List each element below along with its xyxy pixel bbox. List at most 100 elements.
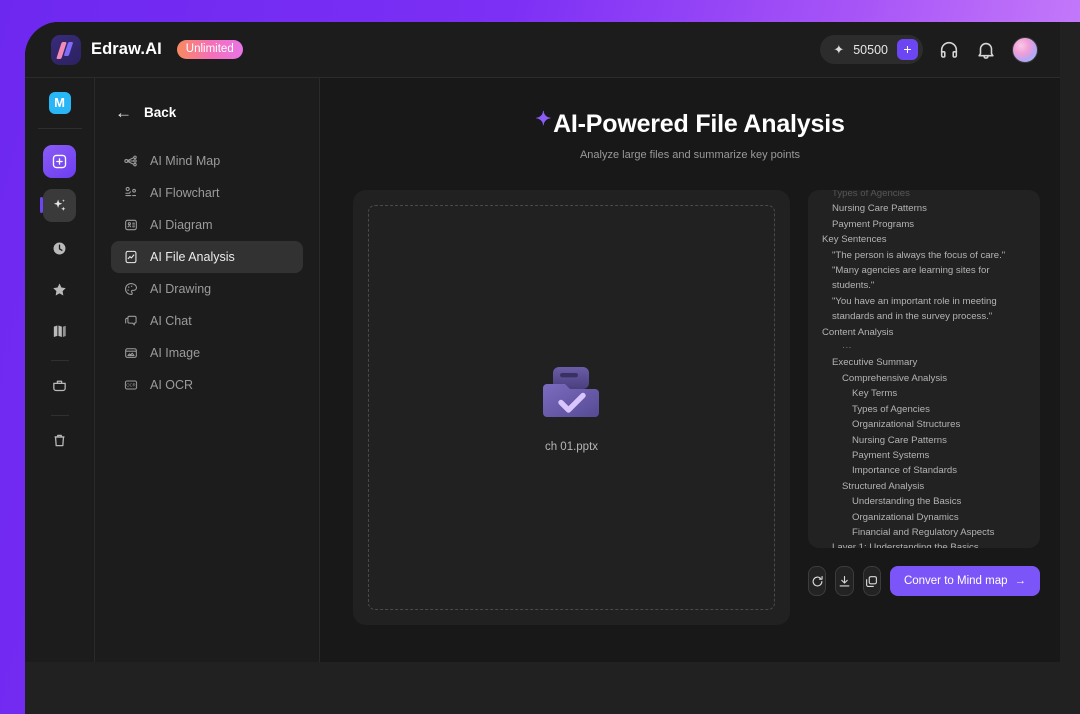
rail-recent-button[interactable] <box>45 233 75 263</box>
palette-icon <box>123 281 139 297</box>
sidebar-item-label: AI Image <box>150 346 201 360</box>
outline-line: Nursing Care Patterns <box>852 434 947 446</box>
page-header: ✦ AI-Powered File Analysis Analyze large… <box>320 78 1060 161</box>
brand-name: Edraw.AI <box>91 40 162 58</box>
outline-line: Importance of Standards <box>852 465 958 477</box>
download-button[interactable] <box>835 566 854 596</box>
rail-divider-2 <box>50 360 69 361</box>
add-credits-button[interactable]: + <box>897 39 918 60</box>
outline-list: Types of Agencies Nursing Care Patterns Pa… <box>818 190 1030 548</box>
rail-trash-button[interactable] <box>45 425 75 455</box>
sidebar-item-ai-chat[interactable]: AI Chat <box>111 305 303 337</box>
outline-line: Nursing Care Patterns <box>832 203 927 215</box>
outline-line: "Many agencies are learning sites for st… <box>832 265 993 292</box>
arrow-right-icon: → <box>1014 575 1026 587</box>
outline-line: Types of Agencies <box>832 190 910 199</box>
sidebar-item-label: AI Chat <box>150 314 192 328</box>
rail-divider-3 <box>50 415 69 416</box>
sidebar-item-ai-mind-map[interactable]: AI Mind Map <box>111 145 303 177</box>
icon-rail: M <box>25 78 95 662</box>
convert-to-mindmap-button[interactable]: Conver to Mind map → <box>889 566 1040 596</box>
outline-line: Comprehensive Analysis <box>842 372 948 384</box>
sidebar-item-label: AI OCR <box>150 378 194 392</box>
app-window: Edraw.AI Unlimited ✦ 50500 + M ← Back AI… <box>25 22 1080 714</box>
page-title-text: AI-Powered File Analysis <box>553 110 845 138</box>
back-button[interactable]: ← Back <box>111 104 303 121</box>
chat-icon <box>123 313 139 329</box>
file-name-label: ch 01.pptx <box>544 441 599 453</box>
outline-line: Organizational Structures <box>852 419 961 431</box>
sidebar-item-label: AI File Analysis <box>150 250 235 264</box>
rail-favorites-button[interactable] <box>45 274 75 304</box>
outline-line: Executive Summary <box>832 357 918 369</box>
regenerate-button[interactable] <box>808 566 827 596</box>
outline-line: "The person is always the focus of care.… <box>832 249 1006 261</box>
outline-line: Key Sentences <box>822 234 887 246</box>
main-content: ✦ AI-Powered File Analysis Analyze large… <box>320 78 1060 662</box>
sidebar-item-ai-ocr[interactable]: OCR AI OCR <box>111 369 303 401</box>
rail-files-button[interactable] <box>45 370 75 400</box>
plan-badge: Unlimited <box>176 40 243 59</box>
tool-nav-panel: ← Back AI Mind Map AI Flowchart AI Diagr… <box>95 78 320 662</box>
file-dropzone[interactable]: ch 01.pptx <box>368 205 775 610</box>
folder-check-icon <box>537 362 607 424</box>
back-arrow-icon: ← <box>115 103 132 122</box>
sidebar-item-label: AI Flowchart <box>150 186 220 200</box>
credits-value: 50500 <box>853 42 888 57</box>
rail-templates-button[interactable] <box>45 315 75 345</box>
outline-line: Payment Systems <box>852 449 930 461</box>
outline-line: Content Analysis <box>822 326 894 338</box>
analysis-outline-panel[interactable]: Types of Agencies Nursing Care Patterns Pa… <box>808 190 1040 548</box>
rail-divider <box>37 128 82 129</box>
analysis-result-column: Types of Agencies Nursing Care Patterns Pa… <box>808 190 1040 662</box>
user-avatar[interactable] <box>1012 36 1038 63</box>
credits-chip[interactable]: ✦ 50500 + <box>820 35 923 64</box>
outline-line: Payment Programs <box>832 218 915 230</box>
outline-line: Key Terms <box>852 388 898 400</box>
credits-spark-icon: ✦ <box>833 42 845 57</box>
result-actions: Conver to Mind map → <box>808 566 1040 596</box>
ocr-icon: OCR <box>123 377 139 393</box>
sparkle-icon: ✦ <box>535 109 552 130</box>
mindmap-icon <box>123 153 139 169</box>
svg-text:OCR: OCR <box>126 383 135 388</box>
mind-badge-icon[interactable]: M <box>48 92 71 114</box>
outline-line: Understanding the Basics <box>852 496 962 508</box>
back-label: Back <box>144 105 177 120</box>
edraw-logo-icon <box>51 34 81 65</box>
header-actions: ✦ 50500 + <box>820 35 1038 64</box>
sidebar-item-ai-image[interactable]: AI Image <box>111 337 303 369</box>
outline-line: Structured Analysis <box>842 480 925 492</box>
tool-nav-list: AI Mind Map AI Flowchart AI Diagram AI F… <box>111 145 303 401</box>
diagram-icon <box>123 217 139 233</box>
app-content-area: Edraw.AI Unlimited ✦ 50500 + M ← Back AI… <box>25 22 1060 662</box>
brand[interactable]: Edraw.AI Unlimited <box>51 34 243 65</box>
sidebar-item-ai-file-analysis[interactable]: AI File Analysis <box>111 241 303 273</box>
outline-line: Financial and Regulatory Aspects <box>852 526 995 538</box>
outline-line: Types of Agencies <box>852 403 930 415</box>
sidebar-item-ai-flowchart[interactable]: AI Flowchart <box>111 177 303 209</box>
file-analysis-icon <box>123 249 139 265</box>
outline-line: "You have an important role in meeting s… <box>832 295 1000 323</box>
headset-icon[interactable] <box>938 39 960 61</box>
convert-label: Conver to Mind map <box>903 575 1008 587</box>
bell-icon[interactable] <box>975 39 997 61</box>
sidebar-item-label: AI Drawing <box>150 282 212 296</box>
sidebar-item-label: AI Diagram <box>150 218 213 232</box>
flowchart-icon <box>123 185 139 201</box>
sidebar-item-ai-drawing[interactable]: AI Drawing <box>111 273 303 305</box>
file-preview-card: ch 01.pptx <box>353 190 790 625</box>
outline-line: Organizational Dynamics <box>852 511 959 523</box>
rail-new-button[interactable] <box>43 145 76 178</box>
panels-row: ch 01.pptx Types of Agencies Nursing Care… <box>353 190 1042 662</box>
rail-ai-tools-button[interactable] <box>40 189 76 222</box>
app-header: Edraw.AI Unlimited ✦ 50500 + <box>25 22 1060 78</box>
sidebar-item-ai-diagram[interactable]: AI Diagram <box>111 209 303 241</box>
image-icon <box>123 345 139 361</box>
page-subtitle: Analyze large files and summarize key po… <box>579 149 801 161</box>
page-title: ✦ AI-Powered File Analysis <box>535 109 845 139</box>
outline-line: Layer 1: Understanding the Basics <box>832 542 979 548</box>
outline-line: ··· <box>842 342 852 354</box>
copy-button[interactable] <box>862 566 881 596</box>
sidebar-item-label: AI Mind Map <box>150 154 221 168</box>
